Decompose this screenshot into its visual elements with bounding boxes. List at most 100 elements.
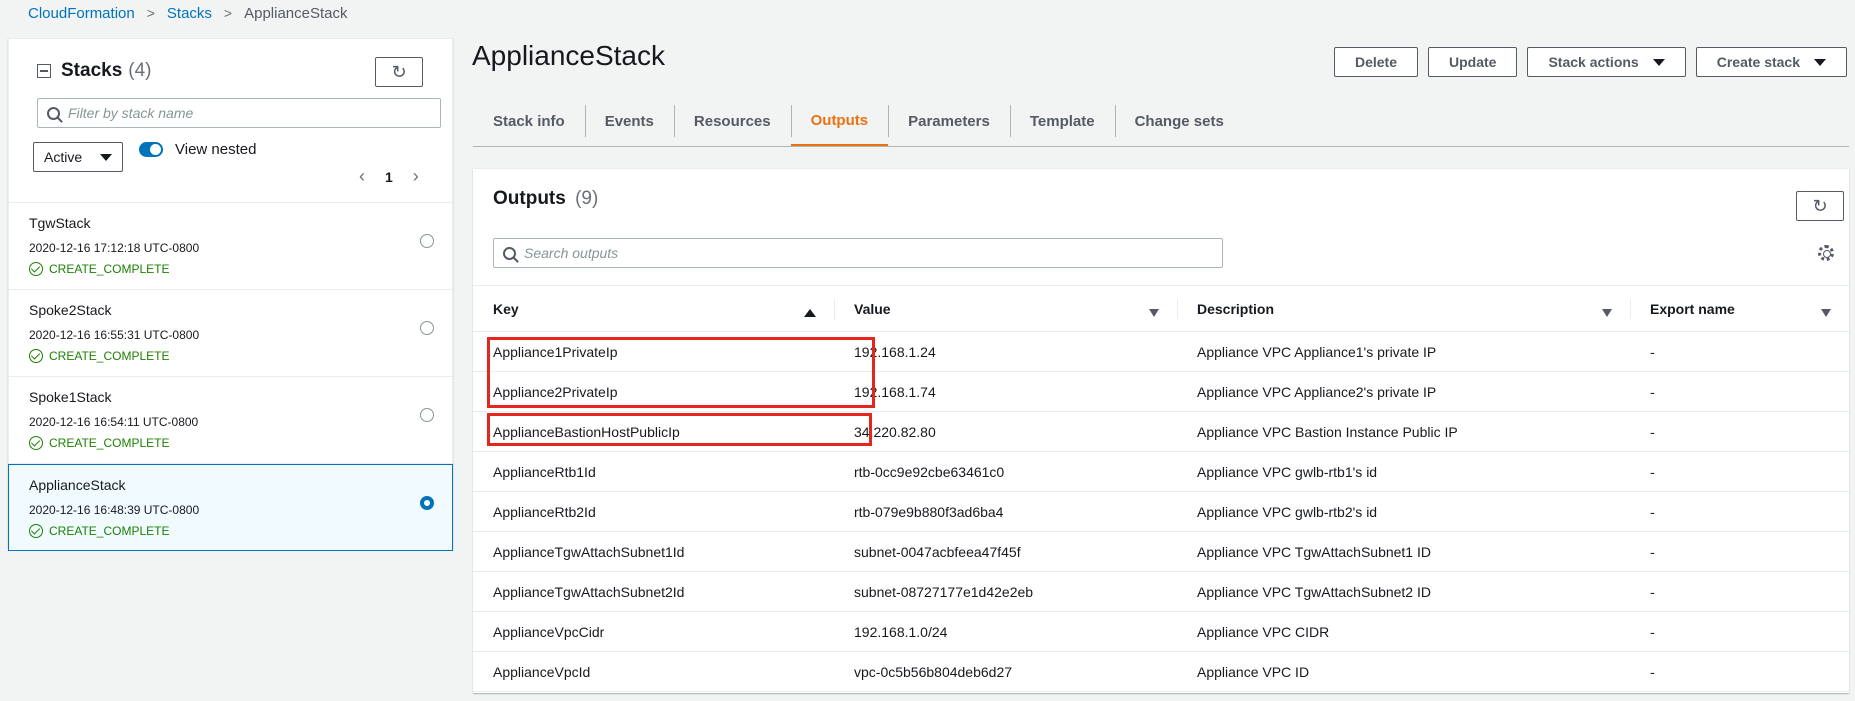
stack-radio[interactable]: [420, 321, 434, 335]
update-button[interactable]: Update: [1428, 47, 1518, 77]
tab-events[interactable]: Events: [584, 97, 674, 145]
outputs-search-input[interactable]: [524, 245, 1222, 261]
view-nested-label: View nested: [175, 141, 257, 158]
page-number[interactable]: 1: [385, 169, 393, 185]
outputs-refresh-button[interactable]: ↻: [1796, 191, 1844, 221]
column-header-export-name[interactable]: Export name: [1630, 285, 1849, 332]
stack-status-text: CREATE_COMPLETE: [49, 262, 170, 276]
tab-outputs[interactable]: Outputs: [790, 97, 889, 146]
check-circle-icon: [29, 524, 43, 538]
stack-time: 2020-12-16 16:55:31 UTC-0800: [29, 328, 200, 342]
stack-status: CREATE_COMPLETE: [29, 262, 452, 276]
stack-actions-label: Stack actions: [1548, 54, 1639, 70]
column-header-export-label: Export name: [1650, 300, 1735, 317]
caret-down-icon: [100, 154, 112, 161]
stacks-title-text: Stacks: [61, 60, 123, 81]
output-value: 34.220.82.80: [834, 411, 1177, 452]
outputs-table: Key Value Description Export name Applia…: [473, 285, 1849, 692]
stack-time: 2020-12-16 16:48:39 UTC-0800: [29, 503, 200, 517]
stack-filter-input[interactable]: [68, 105, 440, 121]
stack-item-appliancestack[interactable]: ApplianceStack 2020-12-16 16:48:39 UTC-0…: [8, 464, 453, 551]
toggle-switch[interactable]: [139, 142, 163, 157]
output-description: Appliance VPC Appliance1's private IP: [1177, 331, 1630, 372]
output-description: Appliance VPC Appliance2's private IP: [1177, 371, 1630, 412]
output-key: Appliance1PrivateIp: [473, 331, 834, 372]
output-value: 192.168.1.74: [834, 371, 1177, 412]
stack-item-tgwstack[interactable]: TgwStack 2020-12-16 17:12:18 UTC-0800 CR…: [9, 203, 452, 290]
column-header-key-label: Key: [493, 300, 519, 317]
search-icon: [47, 106, 60, 120]
gear-icon[interactable]: [1818, 245, 1834, 261]
output-description: Appliance VPC TgwAttachSubnet2 ID: [1177, 571, 1630, 612]
stack-actions-button[interactable]: Stack actions: [1527, 47, 1686, 77]
stacks-panel: Stacks (4) ↻ Active View nested ‹ 1 › Tg…: [8, 38, 453, 551]
stack-name: TgwStack: [29, 215, 91, 231]
table-row: ApplianceRtb2Id rtb-079e9b880f3ad6ba4 Ap…: [473, 491, 1849, 532]
status-filter-value: Active: [44, 149, 83, 165]
check-circle-icon: [29, 436, 43, 450]
output-description: Appliance VPC TgwAttachSubnet1 ID: [1177, 531, 1630, 572]
output-export-name: -: [1630, 331, 1849, 372]
output-export-name: -: [1630, 651, 1849, 692]
view-nested-toggle[interactable]: View nested: [139, 141, 256, 158]
output-key: Appliance2PrivateIp: [473, 371, 834, 412]
output-key: ApplianceVpcCidr: [473, 611, 834, 652]
output-key: ApplianceVpcId: [473, 651, 834, 692]
tab-parameters[interactable]: Parameters: [888, 97, 1010, 145]
tab-template[interactable]: Template: [1009, 97, 1115, 145]
collapse-icon[interactable]: [37, 64, 51, 78]
sort-caret-icon[interactable]: [1821, 304, 1831, 320]
stacks-count: (4): [128, 60, 152, 81]
stack-radio[interactable]: [420, 408, 434, 422]
check-circle-icon: [29, 349, 43, 363]
output-export-name: -: [1630, 491, 1849, 532]
stack-name: ApplianceStack: [29, 477, 126, 493]
outputs-search-field[interactable]: [493, 238, 1223, 268]
stack-tabs: Stack info Events Resources Outputs Para…: [473, 97, 1849, 147]
column-header-key[interactable]: Key: [473, 285, 834, 332]
column-header-value-label: Value: [854, 300, 891, 317]
stack-radio-selected[interactable]: [420, 496, 434, 510]
tab-resources[interactable]: Resources: [673, 97, 791, 145]
column-header-description-label: Description: [1197, 300, 1275, 317]
table-row: ApplianceRtb1Id rtb-0cc9e92cbe63461c0 Ap…: [473, 451, 1849, 492]
output-export-name: -: [1630, 611, 1849, 652]
output-key: ApplianceRtb2Id: [473, 491, 834, 532]
breadcrumb-stacks[interactable]: Stacks: [167, 5, 212, 22]
tab-change-sets[interactable]: Change sets: [1114, 97, 1244, 145]
outputs-panel: Outputs (9) ↻ Key Value: [473, 168, 1849, 693]
stack-radio[interactable]: [420, 234, 434, 248]
caret-down-icon: [1814, 58, 1826, 66]
outputs-title-text: Outputs: [493, 188, 566, 209]
chevron-left-icon[interactable]: ‹: [359, 166, 365, 187]
tab-stack-info[interactable]: Stack info: [473, 97, 585, 145]
output-export-name: -: [1630, 531, 1849, 572]
delete-button[interactable]: Delete: [1333, 47, 1418, 77]
table-row: Appliance2PrivateIp 192.168.1.74 Applian…: [473, 371, 1849, 412]
chevron-right-icon[interactable]: ›: [413, 166, 419, 187]
output-value: subnet-08727177e1d42e2eb: [834, 571, 1177, 612]
toggle-knob: [150, 144, 161, 155]
table-row: ApplianceTgwAttachSubnet1Id subnet-0047a…: [473, 531, 1849, 572]
table-row: ApplianceTgwAttachSubnet2Id subnet-08727…: [473, 571, 1849, 612]
output-value: rtb-0cc9e92cbe63461c0: [834, 451, 1177, 492]
output-key: ApplianceBastionHostPublicIp: [473, 411, 834, 452]
breadcrumb-cloudformation[interactable]: CloudFormation: [28, 5, 135, 22]
column-header-description[interactable]: Description: [1177, 285, 1630, 332]
output-key: ApplianceTgwAttachSubnet1Id: [473, 531, 834, 572]
status-filter-select[interactable]: Active: [33, 142, 123, 172]
sort-caret-icon[interactable]: [1602, 304, 1612, 320]
column-header-value[interactable]: Value: [834, 285, 1177, 332]
stacks-refresh-button[interactable]: ↻: [375, 57, 423, 87]
sort-ascending-icon[interactable]: [804, 304, 816, 320]
sort-caret-icon[interactable]: [1149, 304, 1159, 320]
stack-filter-field[interactable]: [37, 98, 441, 128]
output-description: Appliance VPC gwlb-rtb2's id: [1177, 491, 1630, 532]
search-icon: [503, 246, 516, 260]
stack-item-spoke1stack[interactable]: Spoke1Stack 2020-12-16 16:54:11 UTC-0800…: [9, 377, 452, 464]
chevron-right-icon: >: [146, 5, 155, 21]
chevron-right-icon: >: [223, 5, 233, 21]
create-stack-button[interactable]: Create stack: [1695, 47, 1847, 77]
stack-item-spoke2stack[interactable]: Spoke2Stack 2020-12-16 16:55:31 UTC-0800…: [9, 290, 452, 377]
create-stack-label: Create stack: [1716, 54, 1800, 70]
